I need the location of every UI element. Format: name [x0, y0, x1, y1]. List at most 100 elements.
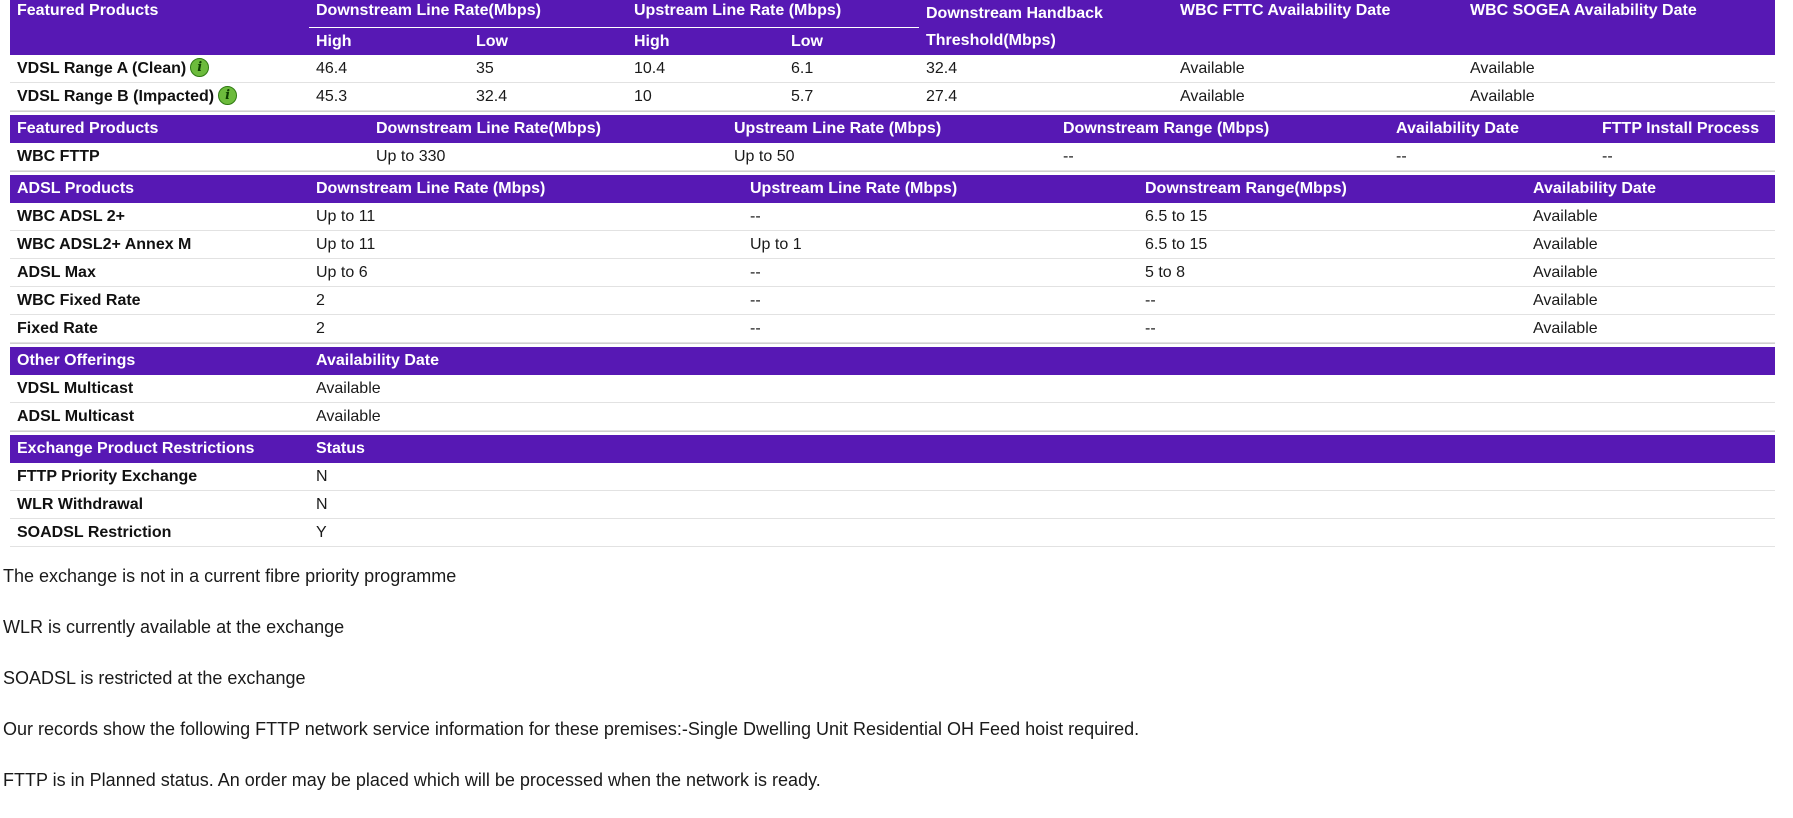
row-label: FTTP Priority Exchange [10, 463, 309, 491]
table-divider [10, 343, 1775, 344]
subheader-upstream: High Low [627, 27, 919, 55]
downstream-value: 2 [309, 287, 743, 315]
range-value: 6.5 to 15 [1138, 203, 1526, 231]
subheader-downstream: High Low [309, 27, 627, 55]
subheader-downstream-low: Low [476, 33, 508, 50]
adsl-rows: WBC ADSL 2+ Up to 11 -- 6.5 to 15 Available W… [10, 203, 1775, 344]
upstream-low: 6.1 [791, 60, 814, 77]
info-icon[interactable]: i [218, 86, 238, 106]
product-name: VDSL Range B (Impacted) [17, 88, 215, 105]
row-label: ADSL Max [10, 259, 309, 287]
upstream-value: -- [743, 259, 1138, 287]
subheader-upstream-high: High [634, 33, 670, 50]
subheader-upstream-low: Low [791, 33, 823, 50]
other-offerings-table: Other Offerings Availability Date VDSL M… [10, 347, 1775, 432]
availability-value: Available [1526, 287, 1775, 315]
header-handback-threshold: Downstream Handback Threshold(Mbps) [919, 0, 1173, 49]
header-install-process: FTTP Install Process [1595, 115, 1775, 143]
header-downstream-rate: Downstream Line Rate(Mbps) [369, 115, 727, 143]
sogea-value: Available [1463, 55, 1775, 83]
vdsl-table: Featured Products Downstream Line Rate(M… [10, 0, 1775, 112]
header-other-offerings: Other Offerings [10, 347, 309, 375]
availability-value: Available [309, 375, 1775, 403]
row-label: VDSL Range B (Impacted) i [10, 83, 309, 111]
range-value: 5 to 8 [1138, 259, 1526, 287]
availability-tables: Featured Products Downstream Line Rate(M… [10, 0, 1775, 547]
availability-value: -- [1389, 143, 1595, 171]
fttc-value: Available [1173, 83, 1463, 111]
range-value: -- [1056, 143, 1389, 171]
upstream-high: 10 [634, 88, 652, 105]
header-sogea-availability: WBC SOGEA Availability Date [1463, 0, 1775, 27]
upstream-values: 10.4 6.1 [627, 55, 919, 83]
range-value: 6.5 to 15 [1138, 231, 1526, 259]
status-value: N [309, 491, 1775, 519]
upstream-values: 10 5.7 [627, 83, 919, 111]
downstream-low: 32.4 [476, 88, 508, 105]
downstream-value: 2 [309, 315, 743, 343]
row-label: VDSL Multicast [10, 375, 309, 403]
info-icon[interactable]: i [190, 58, 210, 78]
downstream-low: 35 [476, 60, 494, 77]
note-fttp-status: FTTP is in Planned status. An order may … [3, 770, 821, 790]
downstream-high: 45.3 [316, 88, 348, 105]
sogea-value: Available [1463, 83, 1775, 111]
upstream-high: 10.4 [634, 60, 666, 77]
table-divider [10, 431, 1775, 432]
threshold-value: 27.4 [919, 83, 1173, 111]
status-value: N [309, 463, 1775, 491]
downstream-value: Up to 330 [369, 143, 727, 171]
subheader-blank [10, 27, 309, 55]
header-upstream-rate: Upstream Line Rate (Mbps) [627, 0, 919, 27]
header-upstream-rate: Upstream Line Rate (Mbps) [743, 175, 1138, 203]
row-label: WBC FTTP [10, 143, 369, 171]
note-fttp-records: Our records show the following FTTP netw… [3, 719, 1140, 739]
note-soadsl: SOADSL is restricted at the exchange [3, 668, 306, 688]
downstream-high: 46.4 [316, 60, 348, 77]
availability-value: Available [1526, 203, 1775, 231]
availability-value: Available [1526, 231, 1775, 259]
note-wlr: WLR is currently available at the exchan… [3, 617, 345, 637]
header-availability-date: Availability Date [309, 347, 1775, 375]
row-label: Fixed Rate [10, 315, 309, 343]
header-availability-date: Availability Date [1526, 175, 1775, 203]
range-value: -- [1138, 287, 1526, 315]
row-label: WBC Fixed Rate [10, 287, 309, 315]
downstream-value: Up to 11 [309, 203, 743, 231]
header-restrictions: Exchange Product Restrictions [10, 435, 309, 463]
fttp-table: Featured Products Downstream Line Rate(M… [10, 115, 1775, 172]
exchange-notes: The exchange is not in a current fibre p… [3, 563, 1783, 818]
availability-value: Available [309, 403, 1775, 431]
product-name: VDSL Range A (Clean) [17, 60, 187, 77]
row-label: SOADSL Restriction [10, 519, 309, 547]
row-label: WBC ADSL2+ Annex M [10, 231, 309, 259]
adsl-table: ADSL Products Downstream Line Rate (Mbps… [10, 175, 1775, 203]
status-value: Y [309, 519, 1775, 547]
header-downstream-rate: Downstream Line Rate(Mbps) [309, 0, 627, 27]
header-upstream-rate: Upstream Line Rate (Mbps) [727, 115, 1056, 143]
header-downstream-range: Downstream Range(Mbps) [1138, 175, 1526, 203]
subheader-fttc-blank [1173, 27, 1463, 55]
header-fttc-availability: WBC FTTC Availability Date [1173, 0, 1463, 27]
availability-value: Available [1526, 315, 1775, 343]
row-label: WLR Withdrawal [10, 491, 309, 519]
threshold-value: 32.4 [919, 55, 1173, 83]
upstream-value: -- [743, 203, 1138, 231]
subheader-downstream-high: High [316, 33, 352, 50]
header-adsl-products: ADSL Products [10, 175, 309, 203]
restrictions-table: Exchange Product Restrictions Status FTT… [10, 435, 1775, 547]
upstream-value: Up to 50 [727, 143, 1056, 171]
downstream-values: 45.3 32.4 [309, 83, 627, 111]
row-label: ADSL Multicast [10, 403, 309, 431]
availability-value: Available [1526, 259, 1775, 287]
upstream-value: -- [743, 287, 1138, 315]
note-fibre-priority: The exchange is not in a current fibre p… [3, 566, 457, 586]
row-label: WBC ADSL 2+ [10, 203, 309, 231]
upstream-value: -- [743, 315, 1138, 343]
range-value: -- [1138, 315, 1526, 343]
header-downstream-range: Downstream Range (Mbps) [1056, 115, 1389, 143]
adsl-data: WBC ADSL 2+ Up to 11 -- 6.5 to 15 Available W… [10, 203, 1775, 344]
downstream-values: 46.4 35 [309, 55, 627, 83]
downstream-value: Up to 11 [309, 231, 743, 259]
upstream-low: 5.7 [791, 88, 814, 105]
